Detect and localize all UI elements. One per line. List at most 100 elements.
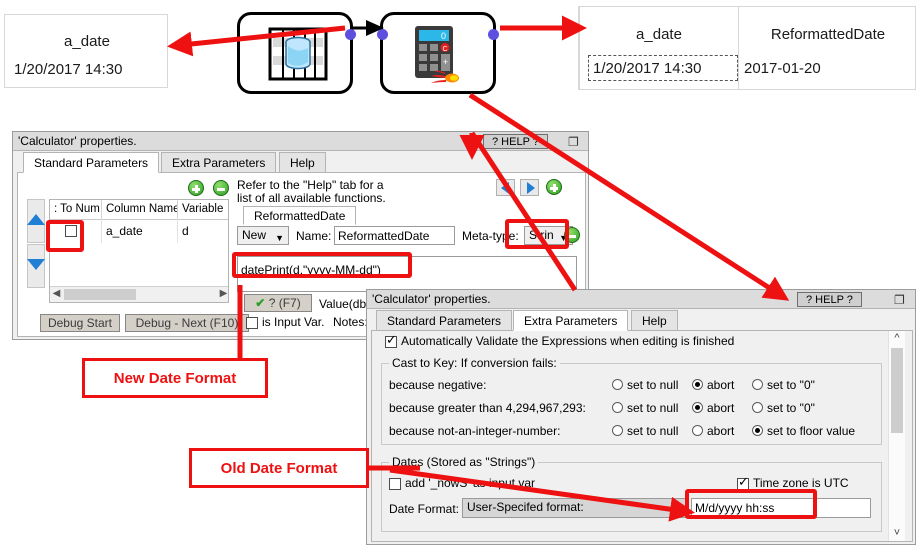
debug-next-button[interactable]: Debug - Next (F10) bbox=[125, 314, 249, 332]
restore-window-icon[interactable]: ❐ bbox=[568, 135, 579, 149]
calculator-input-port[interactable] bbox=[377, 29, 388, 40]
is-input-var-checkbox[interactable] bbox=[246, 317, 258, 329]
highlight-metatype-dropdown bbox=[505, 219, 569, 249]
radio-label-notint-set-to-null: set to null bbox=[627, 424, 679, 438]
date-format-label: Date Format: bbox=[389, 502, 460, 516]
right-preview-table: a_date ReformattedDate 1/20/2017 14:30 2… bbox=[578, 6, 916, 90]
left-preview-column-header: a_date bbox=[64, 33, 110, 50]
prev-expression-button[interactable] bbox=[496, 179, 515, 196]
move-up-strip[interactable] bbox=[27, 199, 45, 243]
radio-negative-set-to-null[interactable] bbox=[612, 379, 623, 390]
radio-notint-set-to-null[interactable] bbox=[612, 425, 623, 436]
validate-expression-button[interactable]: ✔ ? (F7) bbox=[244, 294, 312, 312]
extra-vertical-scrollbar[interactable]: ^ ˅ bbox=[888, 331, 905, 541]
radio-greater-abort[interactable] bbox=[692, 402, 703, 413]
green-check-icon: ✔ bbox=[255, 296, 266, 310]
notes-label: Notes: bbox=[333, 315, 368, 329]
auto-validate-checkbox[interactable] bbox=[385, 333, 397, 348]
right-preview-cell-1: 2017-01-20 bbox=[744, 60, 821, 77]
calculator-output-port[interactable] bbox=[488, 29, 499, 40]
cast-to-key-group-label: Cast to Key: If conversion fails: bbox=[389, 356, 560, 370]
radio-label-negative-set-to-zero: set to "0" bbox=[767, 378, 815, 392]
radio-label-negative-set-to-null: set to null bbox=[627, 378, 679, 392]
remove-variable-button[interactable] bbox=[213, 180, 229, 196]
chevron-down-icon[interactable]: ˅ bbox=[889, 526, 905, 541]
radio-label-greater-set-to-zero: set to "0" bbox=[767, 401, 815, 415]
highlight-to-num-checkbox bbox=[46, 220, 84, 252]
table-reader-output-port[interactable] bbox=[345, 29, 356, 40]
variables-table-hscroll[interactable]: ◀ ▶ bbox=[50, 286, 228, 302]
right-preview-column-header-1: ReformattedDate bbox=[770, 26, 886, 43]
tab-extra-parameters[interactable]: Extra Parameters bbox=[161, 152, 277, 173]
col-header-to-num: : To Num bbox=[50, 200, 102, 219]
radio-label-greater-set-to-null: set to null bbox=[627, 401, 679, 415]
chevron-down-icon: ▼ bbox=[275, 233, 284, 243]
cast-row-label-negative: because negative: bbox=[389, 378, 487, 392]
radio-label-negative-abort: abort bbox=[707, 378, 735, 392]
highlight-expression-input bbox=[232, 252, 412, 278]
extra-tabstrip: Standard Parameters Extra Parameters Hel… bbox=[367, 310, 915, 331]
tab-help[interactable]: Help bbox=[631, 310, 678, 331]
tab-extra-parameters[interactable]: Extra Parameters bbox=[513, 310, 629, 331]
left-preview-value: 1/20/2017 14:30 bbox=[14, 61, 123, 78]
extra-window-title: 'Calculator' properties. bbox=[372, 292, 491, 306]
add-variable-button[interactable] bbox=[188, 180, 204, 196]
is-input-var-label: is Input Var. bbox=[262, 315, 325, 329]
debug-start-button[interactable]: Debug Start bbox=[40, 314, 120, 332]
help-hint-line2: list of all available functions. bbox=[237, 191, 386, 205]
calculator-node[interactable]: 0 C + bbox=[377, 12, 499, 94]
standard-help-button[interactable]: ? HELP ? bbox=[483, 134, 548, 149]
radio-greater-set-to-null[interactable] bbox=[612, 402, 623, 413]
expression-tab[interactable]: ReformattedDate bbox=[243, 206, 357, 225]
radio-negative-set-to-zero[interactable] bbox=[752, 379, 763, 390]
add-nows-checkbox[interactable] bbox=[389, 478, 401, 490]
date-format-mode-dropdown[interactable]: User-Specifed format: ▼ bbox=[462, 498, 687, 518]
right-preview-cell-0: 1/20/2017 14:30 bbox=[593, 60, 702, 77]
chevron-down-icon: ▼ bbox=[673, 506, 682, 516]
add-expression-button[interactable] bbox=[546, 179, 562, 195]
restore-window-icon[interactable]: ❐ bbox=[894, 293, 905, 307]
standard-window-title: 'Calculator' properties. bbox=[18, 134, 137, 148]
col-header-variable: Variable bbox=[178, 200, 228, 219]
chevron-up-icon[interactable]: ^ bbox=[889, 331, 905, 346]
right-preview-column-header-0: a_date bbox=[636, 26, 682, 43]
move-down-strip[interactable] bbox=[27, 244, 45, 288]
radio-notint-abort[interactable] bbox=[692, 425, 703, 436]
radio-greater-set-to-zero[interactable] bbox=[752, 402, 763, 413]
add-nows-label: add '_nowS' as input var bbox=[405, 476, 535, 490]
svg-text:C: C bbox=[442, 46, 447, 53]
highlight-date-format-input bbox=[685, 489, 817, 519]
tab-standard-parameters[interactable]: Standard Parameters bbox=[376, 310, 513, 331]
radio-label-greater-abort: abort bbox=[707, 401, 735, 415]
extra-help-button[interactable]: ? HELP ? bbox=[797, 292, 862, 307]
radio-negative-abort[interactable] bbox=[692, 379, 703, 390]
tab-help[interactable]: Help bbox=[279, 152, 326, 173]
database-table-icon bbox=[268, 27, 328, 81]
radio-label-notint-abort: abort bbox=[707, 424, 735, 438]
cell-column-name[interactable]: a_date bbox=[102, 219, 178, 243]
cell-variable[interactable]: d bbox=[178, 219, 228, 243]
svg-text:0: 0 bbox=[441, 31, 446, 41]
tab-standard-parameters[interactable]: Standard Parameters bbox=[23, 152, 160, 173]
new-expression-dropdown[interactable]: New ▼ bbox=[237, 226, 289, 245]
radio-label-notint-set-to-floor: set to floor value bbox=[767, 424, 856, 438]
cast-row-label-greater-than: because greater than 4,294,967,293: bbox=[389, 401, 586, 415]
calculator-icon: 0 C + bbox=[415, 26, 459, 83]
next-expression-button[interactable] bbox=[520, 179, 539, 196]
standard-tabstrip: Standard Parameters Extra Parameters Hel… bbox=[13, 152, 588, 173]
radio-notint-set-to-floor[interactable] bbox=[752, 425, 763, 436]
new-dropdown-label: New bbox=[242, 228, 267, 242]
dates-group-label: Dates (Stored as "Strings") bbox=[389, 455, 539, 469]
col-header-column-name: Column Name bbox=[102, 200, 178, 219]
name-label: Name: bbox=[296, 229, 332, 243]
left-preview-table: a_date 1/20/2017 14:30 bbox=[4, 14, 168, 88]
expression-name-input[interactable]: ReformattedDate bbox=[334, 226, 455, 245]
scroll-thumb[interactable] bbox=[891, 348, 903, 433]
calculator-properties-extra-window: 'Calculator' properties. ? HELP ? ❐ Stan… bbox=[366, 289, 916, 545]
time-zone-utc-label: Time zone is UTC bbox=[753, 476, 849, 490]
table-reader-node[interactable] bbox=[237, 12, 356, 94]
annotation-new-date-format: New Date Format bbox=[82, 358, 268, 398]
cast-row-label-not-integer: because not-an-integer-number: bbox=[389, 424, 561, 438]
date-format-mode-value: User-Specifed format: bbox=[467, 500, 584, 514]
validate-label: ? (F7) bbox=[268, 296, 301, 310]
